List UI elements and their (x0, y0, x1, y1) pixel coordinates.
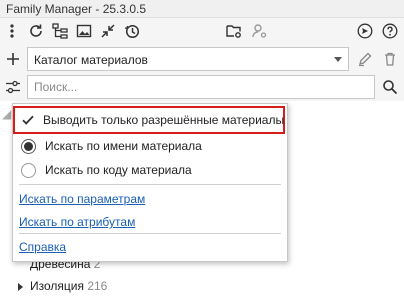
tree-structure-icon[interactable] (50, 21, 70, 41)
edit-icon[interactable] (355, 49, 375, 69)
folder-settings-icon[interactable] (224, 21, 244, 41)
search-options-popup: Выводить только разрешённые материалы Ис… (12, 103, 288, 262)
add-icon[interactable] (3, 49, 23, 69)
history-icon[interactable] (122, 21, 142, 41)
only-allowed-materials-label: Выводить только разрешённые материалы (43, 113, 285, 127)
toolbar (0, 18, 404, 45)
radio-unselected-icon[interactable] (21, 162, 36, 178)
search-input[interactable] (27, 75, 375, 99)
search-by-name-option[interactable]: Искать по имени материала (21, 136, 202, 156)
search-by-name-label: Искать по имени материала (45, 139, 202, 153)
search-icon[interactable] (380, 77, 400, 97)
search-by-code-option[interactable]: Искать по коду материала (21, 160, 192, 180)
window-title: Family Manager - 25.3.0.5 (6, 2, 147, 16)
image-icon[interactable] (74, 21, 94, 41)
menu-divider (19, 233, 281, 234)
search-row (0, 73, 404, 101)
only-allowed-materials-option[interactable]: Выводить только разрешённые материалы (21, 110, 284, 130)
help-icon[interactable] (380, 21, 400, 41)
catalog-selected-value: Каталог материалов (34, 53, 148, 67)
search-by-parameters-link[interactable]: Искать по параметрам (19, 192, 145, 206)
expand-arrow-icon[interactable] (18, 282, 23, 291)
tree-item-label: Изоляция (30, 279, 84, 293)
radio-selected-icon[interactable] (21, 138, 36, 154)
menu-divider (19, 184, 281, 185)
chevron-down-icon (334, 57, 342, 62)
delete-icon[interactable] (380, 49, 400, 69)
help-link[interactable]: Справка (19, 240, 66, 254)
collapse-icon[interactable] (98, 21, 118, 41)
tree-collapse-marker: ◢ (2, 107, 12, 121)
catalog-dropdown[interactable]: Каталог материалов (27, 47, 349, 71)
more-vertical-icon[interactable] (2, 21, 22, 41)
search-by-attributes-link[interactable]: Искать по атрибутам (19, 215, 135, 229)
catalog-row: Каталог материалов (0, 45, 404, 73)
user-settings-icon[interactable] (250, 21, 270, 41)
tree-item[interactable]: Изоляция 216 (18, 279, 107, 293)
title-bar: Family Manager - 25.3.0.5 (0, 0, 404, 18)
tree-item-count: 216 (87, 279, 108, 293)
refresh-icon[interactable] (26, 21, 46, 41)
checkbox-checked-icon[interactable] (21, 113, 35, 127)
search-by-code-label: Искать по коду материала (45, 163, 192, 177)
send-icon[interactable] (355, 21, 375, 41)
filter-settings-icon[interactable] (3, 77, 23, 97)
